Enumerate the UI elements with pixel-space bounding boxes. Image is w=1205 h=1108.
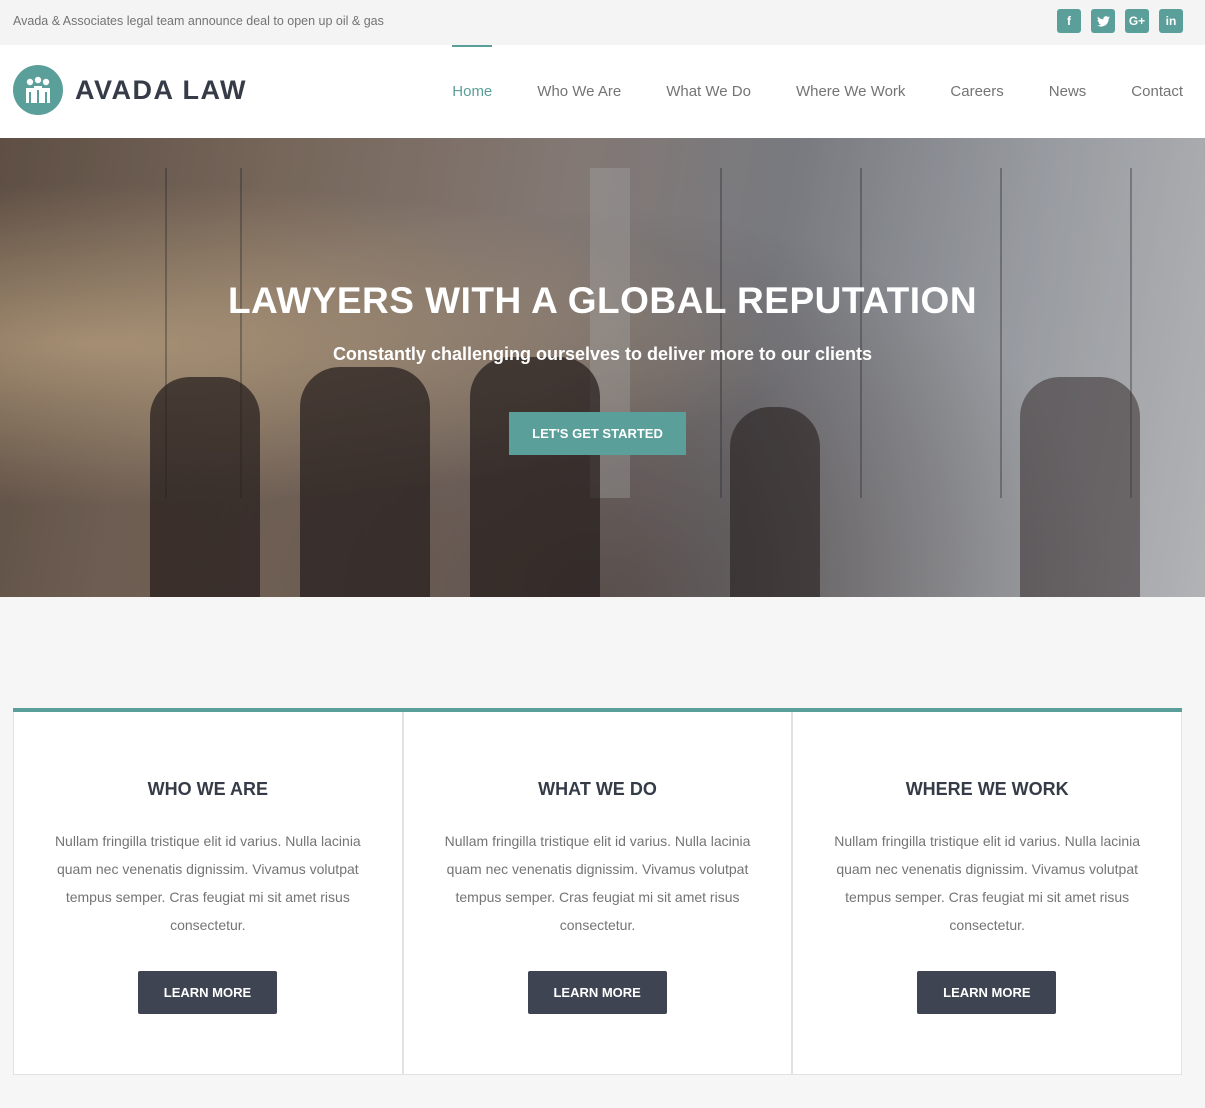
nav-item-home[interactable]: Home — [452, 45, 493, 138]
logo-text: AVADA LAW — [75, 74, 247, 105]
nav-item-what-we-do[interactable]: What We Do — [666, 45, 751, 138]
nav-item-contact[interactable]: Contact — [1131, 45, 1183, 138]
learn-more-button[interactable]: LEARN MORE — [138, 971, 277, 1014]
linkedin-icon[interactable]: in — [1159, 9, 1183, 33]
nav-item-who-we-are[interactable]: Who We Are — [537, 45, 621, 138]
hero-banner: LAWYERS WITH A GLOBAL REPUTATION Constan… — [0, 138, 1205, 597]
logo[interactable]: AVADA LAW — [13, 65, 247, 115]
nav-item-careers[interactable]: Careers — [950, 45, 1003, 138]
card-who-we-are: WHO WE ARE Nullam fringilla tristique el… — [13, 712, 403, 1075]
card-where-we-work: WHERE WE WORK Nullam fringilla tristique… — [792, 712, 1183, 1075]
announcement-text: Avada & Associates legal team announce d… — [13, 14, 384, 28]
hero-subtitle: Constantly challenging ourselves to deli… — [332, 344, 873, 364]
social-links: f G+ in — [1057, 9, 1183, 33]
facebook-icon[interactable]: f — [1057, 9, 1081, 33]
card-title: WHAT WE DO — [538, 779, 657, 799]
learn-more-button[interactable]: LEARN MORE — [917, 971, 1057, 1014]
site-header: AVADA LAW Home Who We Are What We Do Whe… — [0, 45, 1205, 138]
feature-cards: WHO WE ARE Nullam fringilla tristique el… — [13, 708, 1183, 1075]
nav-item-news[interactable]: News — [1049, 45, 1087, 138]
logo-mark-icon — [13, 65, 63, 115]
hero-overlay — [0, 138, 1205, 597]
card-what-we-do: WHAT WE DO Nullam fringilla tristique el… — [402, 712, 793, 1075]
card-title: WHO WE ARE — [147, 779, 268, 799]
main-nav: Home Who We Are What We Do Where We Work… — [452, 45, 1183, 138]
nav-item-where-we-work[interactable]: Where We Work — [796, 45, 905, 138]
twitter-icon[interactable] — [1091, 9, 1115, 33]
hero-title: LAWYERS WITH A GLOBAL REPUTATION — [227, 280, 978, 321]
google-plus-icon[interactable]: G+ — [1125, 9, 1149, 33]
card-text: Nullam fringilla tristique elit id variu… — [54, 833, 361, 933]
top-bar: Avada & Associates legal team announce d… — [0, 0, 1205, 45]
card-title: WHERE WE WORK — [905, 779, 1069, 799]
learn-more-button[interactable]: LEARN MORE — [527, 971, 667, 1014]
card-text: Nullam fringilla tristique elit id variu… — [834, 833, 1141, 933]
card-text: Nullam fringilla tristique elit id variu… — [444, 833, 751, 933]
get-started-button[interactable]: LET'S GET STARTED — [509, 412, 686, 455]
